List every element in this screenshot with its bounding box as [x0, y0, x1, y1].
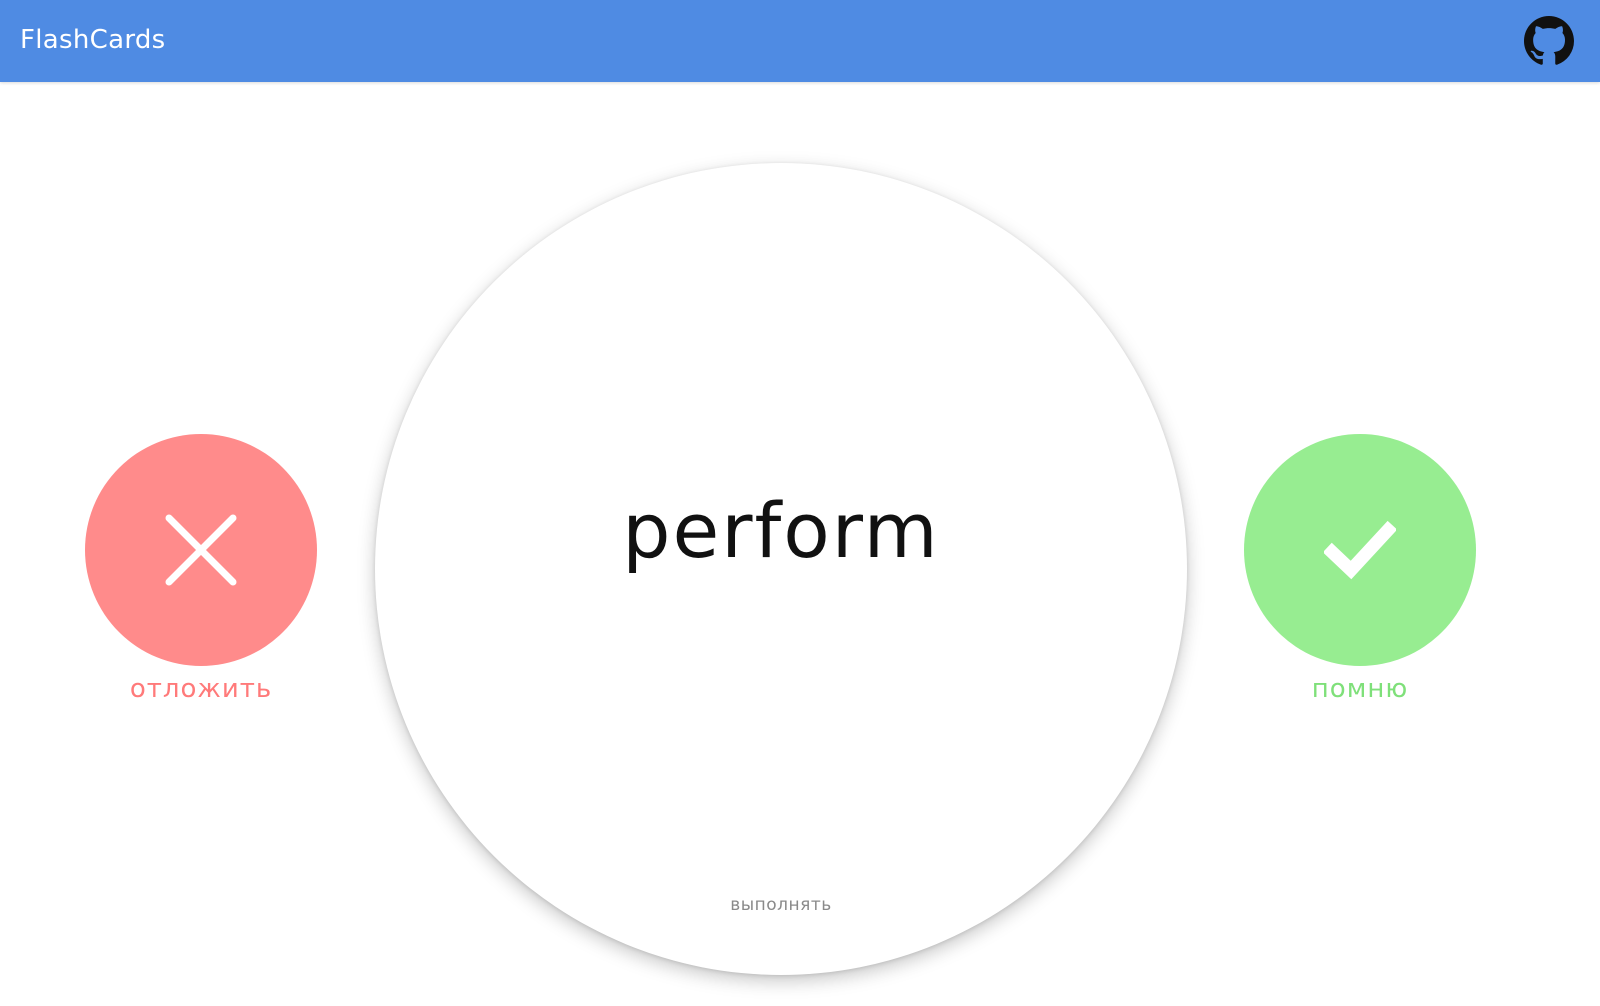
remember-label[interactable]: помню	[1244, 672, 1476, 706]
postpone-circle[interactable]	[85, 434, 317, 666]
card-translation: выполнять	[730, 895, 832, 915]
remember-circle[interactable]	[1244, 434, 1476, 666]
app-bar: FlashCards	[0, 0, 1600, 82]
github-icon	[1524, 16, 1574, 65]
remember-button[interactable]: помню	[1244, 434, 1476, 706]
close-icon	[165, 514, 237, 586]
github-link[interactable]	[1524, 16, 1574, 66]
postpone-button[interactable]: отложить	[85, 434, 317, 706]
card-word: perform	[622, 486, 940, 575]
check-icon	[1324, 520, 1396, 580]
page: FlashCards отложить perform выполнять по…	[0, 0, 1600, 1006]
postpone-label[interactable]: отложить	[85, 672, 317, 706]
flashcard[interactable]: perform выполнять	[375, 163, 1187, 975]
app-title: FlashCards	[20, 25, 166, 55]
